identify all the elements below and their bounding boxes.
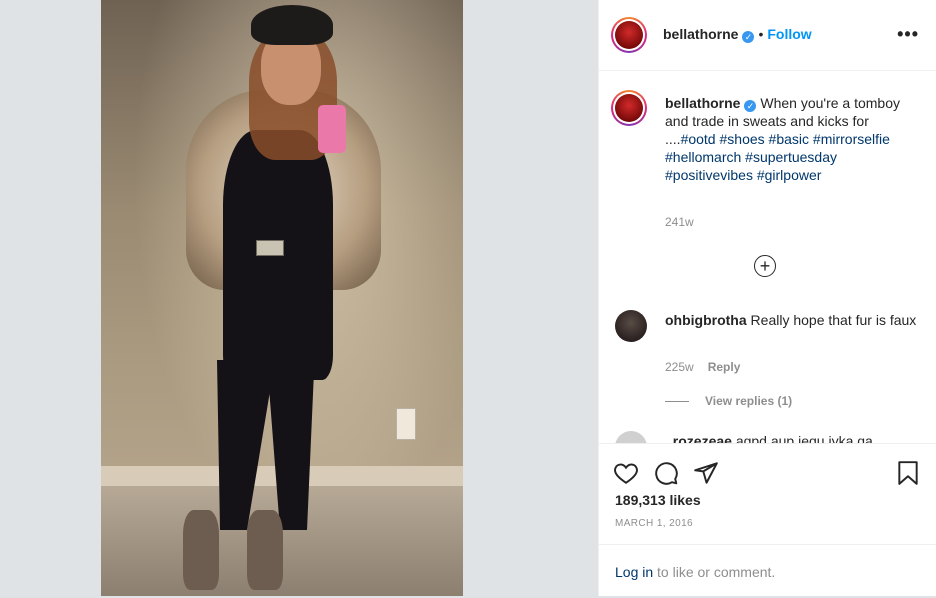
avatar-ring-inner bbox=[613, 19, 645, 51]
author-avatar[interactable] bbox=[611, 17, 647, 53]
view-replies-label: View replies (1) bbox=[705, 394, 793, 408]
verified-icon: ✓ bbox=[744, 100, 757, 112]
comment-body: agpd aup jequ jyka qa bbox=[735, 433, 873, 443]
comment: _rozezeae agpd aup jequ jyka qa bbox=[665, 432, 917, 443]
hashtag-link[interactable]: #shoes bbox=[720, 131, 765, 147]
bookmark-icon[interactable] bbox=[895, 460, 921, 486]
post-header: bellathorne ✓ • Follow ••• bbox=[599, 0, 936, 71]
follow-separator: • bbox=[758, 26, 764, 42]
hashtag-link[interactable]: #mirrorselfie bbox=[813, 131, 890, 147]
reply-button[interactable]: Reply bbox=[708, 360, 741, 374]
post-side-panel: bellathorne ✓ • Follow ••• bellathorne ✓ Whe… bbox=[598, 0, 936, 596]
comments-list[interactable]: bellathorne ✓ When you're a tomboy and tr… bbox=[599, 71, 936, 443]
comment-time[interactable]: 225w bbox=[665, 360, 694, 374]
follow-button[interactable]: Follow bbox=[767, 26, 811, 42]
login-link[interactable]: Log in bbox=[615, 564, 653, 580]
photo-phone bbox=[318, 105, 346, 153]
commenter-avatar[interactable] bbox=[615, 431, 647, 443]
avatar-image bbox=[615, 21, 643, 49]
comment-username[interactable]: _rozezeae bbox=[665, 433, 732, 443]
likes-count[interactable]: 189,313 likes bbox=[615, 492, 701, 508]
comment-icon[interactable] bbox=[653, 460, 679, 486]
more-icon[interactable]: ••• bbox=[897, 24, 919, 45]
photo-boot-right bbox=[247, 510, 283, 590]
comment: ohbigbrotha Really hope that fur is faux bbox=[665, 311, 917, 329]
login-suffix: to like or comment. bbox=[653, 564, 776, 580]
share-icon[interactable] bbox=[693, 460, 719, 486]
caption-avatar-image bbox=[615, 94, 643, 122]
hashtag-link[interactable]: #ootd bbox=[681, 131, 716, 147]
hashtag-link[interactable]: #positivevibes bbox=[665, 167, 753, 183]
plus-circle-icon[interactable]: + bbox=[754, 255, 776, 277]
hashtag-link[interactable]: #hellomarch bbox=[665, 149, 741, 165]
post-photo[interactable] bbox=[101, 0, 463, 596]
login-text-row: Log in to like or comment. bbox=[615, 564, 775, 580]
caption-username[interactable]: bellathorne bbox=[665, 95, 740, 111]
caption-time[interactable]: 241w bbox=[665, 215, 694, 229]
comment-username[interactable]: ohbigbrotha bbox=[665, 312, 747, 328]
replies-divider bbox=[665, 401, 689, 403]
caption: bellathorne ✓ When you're a tomboy and tr… bbox=[665, 94, 917, 184]
comment-meta: 225w Reply bbox=[665, 360, 740, 374]
author-username[interactable]: bellathorne bbox=[663, 26, 738, 42]
photo-hat bbox=[251, 5, 333, 45]
view-replies-button[interactable]: View replies (1) bbox=[665, 394, 792, 408]
heart-icon[interactable] bbox=[613, 460, 639, 486]
verified-icon: ✓ bbox=[742, 31, 755, 43]
login-prompt: Log in to like or comment. bbox=[599, 544, 936, 598]
hashtag-link[interactable]: #girlpower bbox=[757, 167, 822, 183]
photo-outlet bbox=[396, 408, 416, 440]
post-date[interactable]: MARCH 1, 2016 bbox=[615, 518, 693, 529]
caption-avatar[interactable] bbox=[611, 90, 647, 126]
photo-boot-left bbox=[183, 510, 219, 590]
photo-belt bbox=[256, 240, 284, 256]
caption-avatar-inner bbox=[613, 92, 645, 124]
hashtag-link[interactable]: #supertuesday bbox=[745, 149, 837, 165]
comment-body: Really hope that fur is faux bbox=[750, 312, 917, 328]
commenter-avatar[interactable] bbox=[615, 310, 647, 342]
hashtag-link[interactable]: #basic bbox=[769, 131, 809, 147]
header-user-row: bellathorne ✓ • Follow bbox=[663, 26, 812, 44]
post-actions: 189,313 likes MARCH 1, 2016 Log in to li… bbox=[599, 443, 936, 597]
